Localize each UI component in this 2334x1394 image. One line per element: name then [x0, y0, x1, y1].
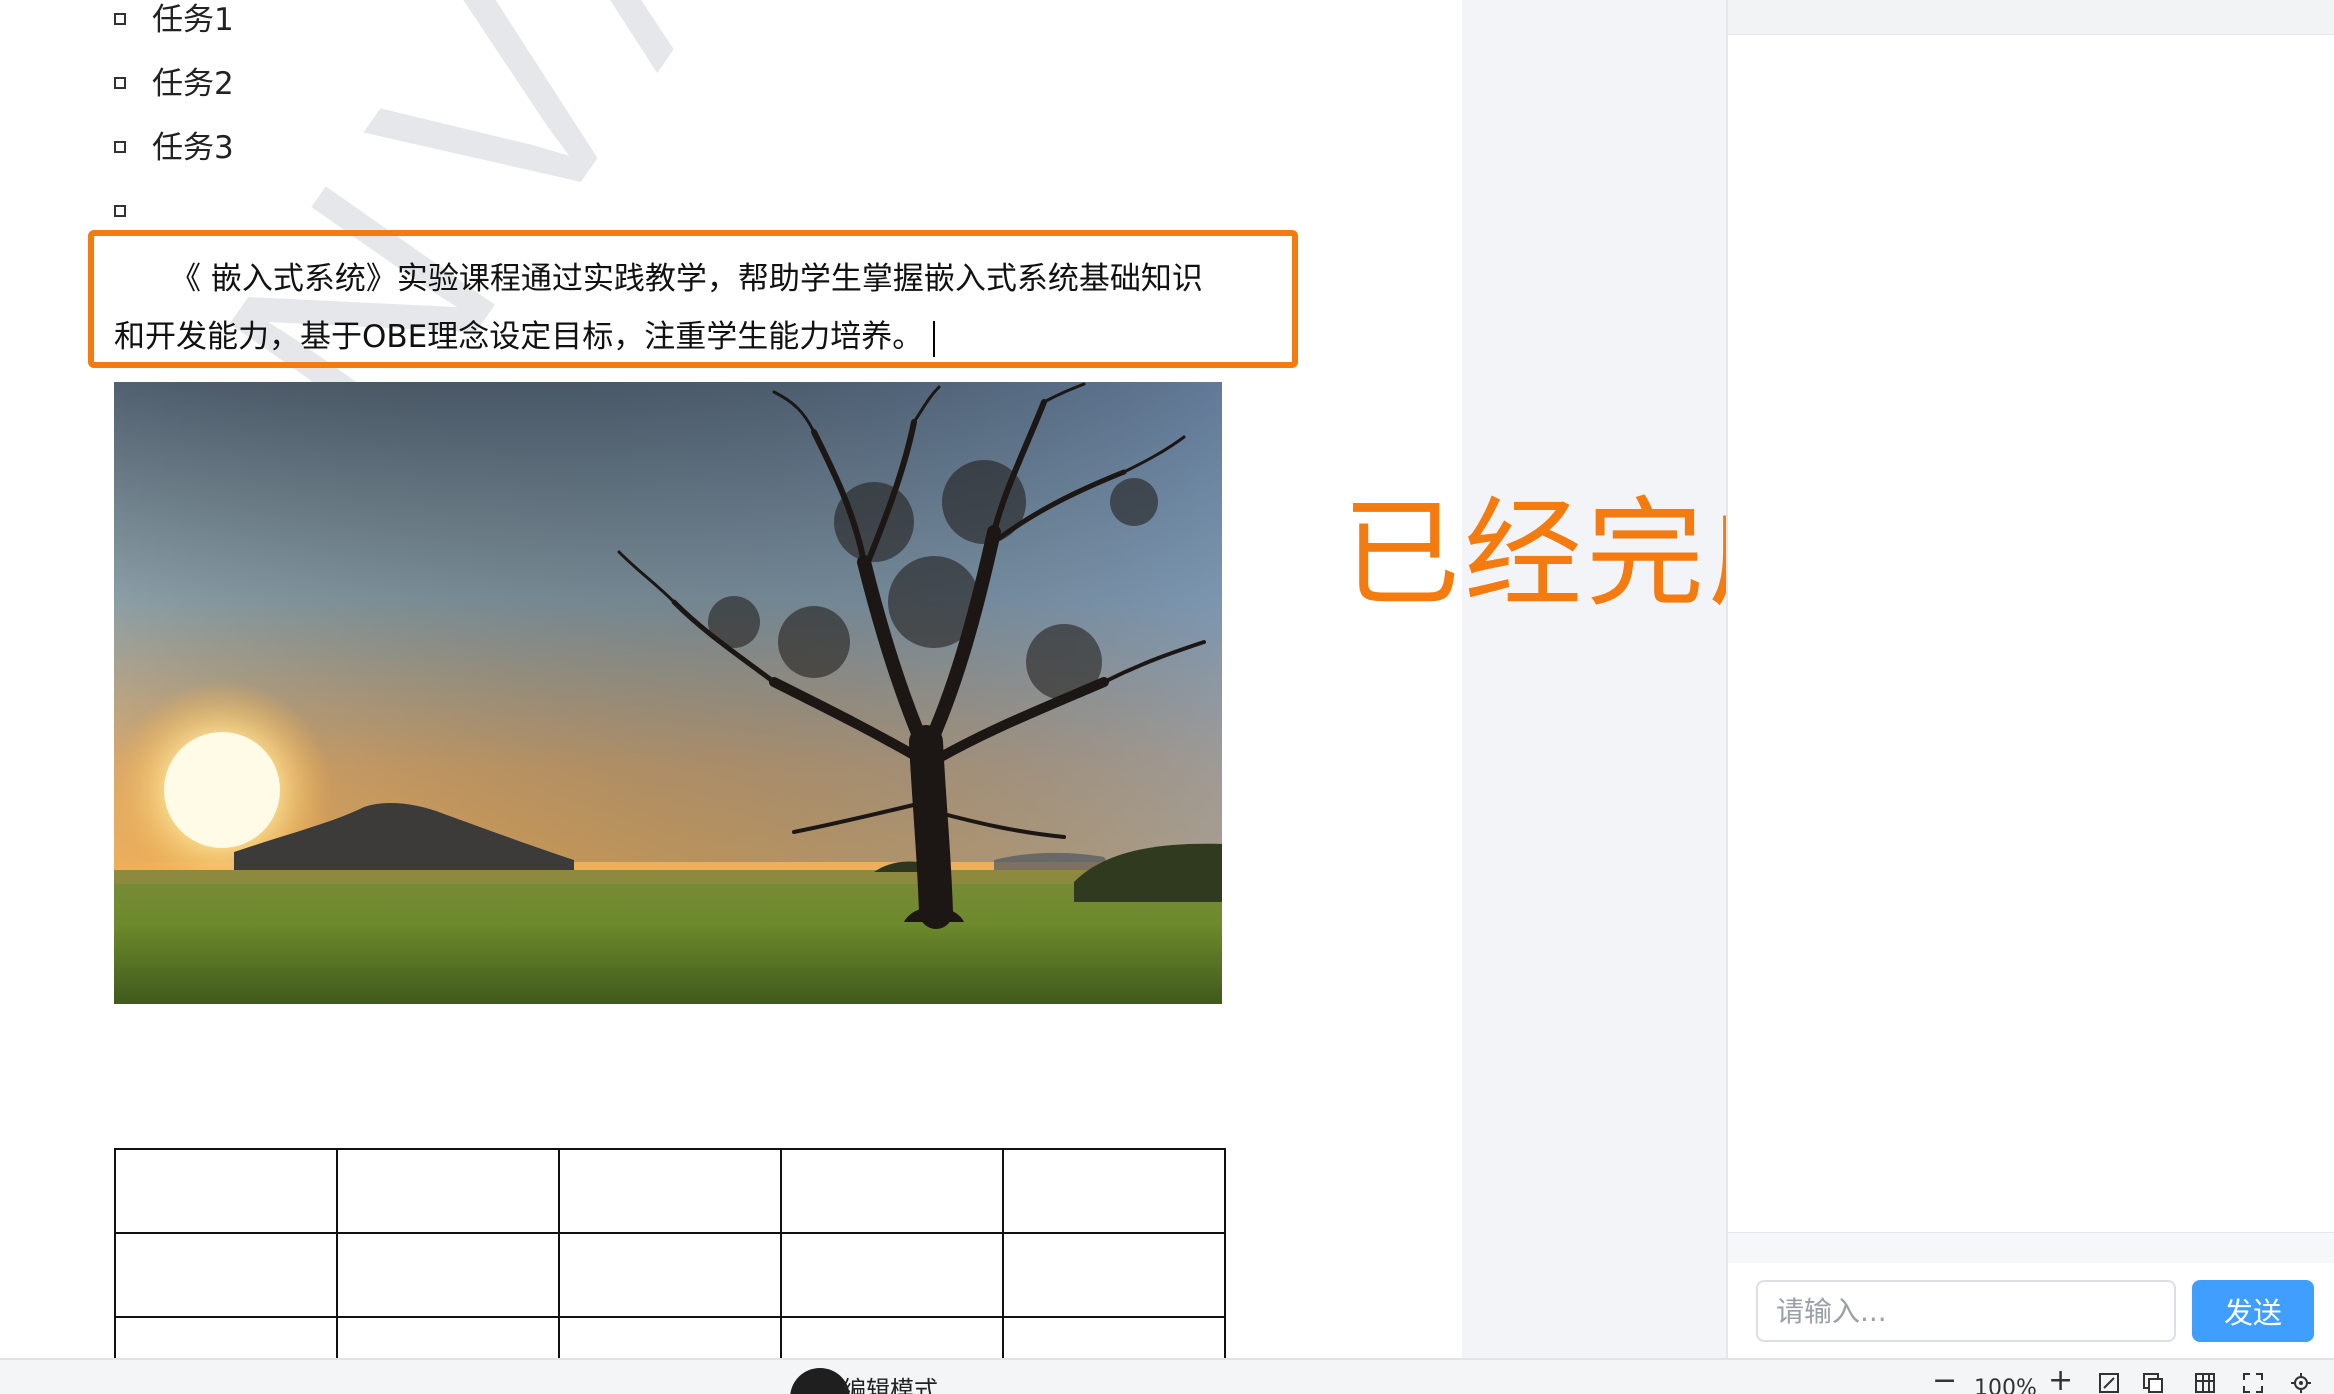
chat-topbar	[1728, 0, 2334, 35]
table-cell[interactable]	[114, 1148, 338, 1234]
list-item[interactable]: 任务2	[114, 64, 234, 104]
table-cell[interactable]	[780, 1316, 1004, 1358]
fullscreen-icon[interactable]	[2242, 1372, 2264, 1394]
send-button[interactable]: 发送	[2192, 1280, 2314, 1342]
table-row	[114, 1232, 1226, 1318]
sunset-tree-photo	[114, 382, 1222, 1004]
chat-input[interactable]	[1756, 1280, 2176, 1342]
highlight-box	[88, 230, 1298, 368]
list-item-text: 任务2	[152, 66, 234, 102]
table-cell[interactable]	[780, 1148, 1004, 1234]
inserted-image[interactable]	[114, 382, 1222, 1004]
table-cell[interactable]	[336, 1316, 560, 1358]
square-bullet-icon	[114, 76, 126, 89]
table-cell[interactable]	[558, 1316, 782, 1358]
list-item-text: 任务3	[152, 130, 234, 166]
document-table[interactable]	[114, 1148, 1226, 1358]
zoom-value: 100%	[1974, 1376, 2037, 1394]
document-page[interactable]: ANVA FOR 任务1 任务2 任务3 《 嵌入式系统》实验课程通过实践教学，…	[0, 0, 1462, 1358]
mode-label[interactable]: 编辑模式	[842, 1370, 938, 1394]
table-row	[114, 1148, 1226, 1234]
table-cell[interactable]	[558, 1148, 782, 1234]
table-view-icon[interactable]	[2194, 1372, 2216, 1394]
table-cell[interactable]	[1002, 1316, 1226, 1358]
zoom-in-button[interactable]: +	[2048, 1366, 2073, 1394]
page-view-icon[interactable]	[2142, 1372, 2164, 1394]
chat-messages[interactable]	[1728, 36, 2334, 1230]
table-cell[interactable]	[336, 1148, 560, 1234]
table-cell[interactable]	[780, 1232, 1004, 1318]
status-bar: 编辑模式 − 100% +	[0, 1358, 2334, 1394]
table-cell[interactable]	[336, 1232, 560, 1318]
square-bullet-icon	[114, 140, 126, 153]
zoom-out-button[interactable]: −	[1932, 1366, 1957, 1394]
table-cell[interactable]	[558, 1232, 782, 1318]
list-item[interactable]	[114, 192, 152, 232]
table-cell[interactable]	[114, 1232, 338, 1318]
table-row	[114, 1316, 1226, 1358]
mode-avatar[interactable]	[790, 1368, 850, 1394]
fit-page-icon[interactable]	[2098, 1372, 2120, 1394]
list-item[interactable]: 任务1	[114, 0, 234, 40]
table-cell[interactable]	[114, 1316, 338, 1358]
square-bullet-icon	[114, 204, 126, 217]
list-item-text: 任务1	[152, 2, 234, 38]
square-bullet-icon	[114, 12, 126, 25]
chat-panel: 发送	[1726, 0, 2334, 1358]
app-window: ANVA FOR 任务1 任务2 任务3 《 嵌入式系统》实验课程通过实践教学，…	[0, 0, 2334, 1394]
chat-divider	[1728, 1232, 2334, 1263]
table-cell[interactable]	[1002, 1148, 1226, 1234]
table-cell[interactable]	[1002, 1232, 1226, 1318]
settings-gear-icon[interactable]	[2290, 1372, 2312, 1394]
list-item[interactable]: 任务3	[114, 128, 234, 168]
